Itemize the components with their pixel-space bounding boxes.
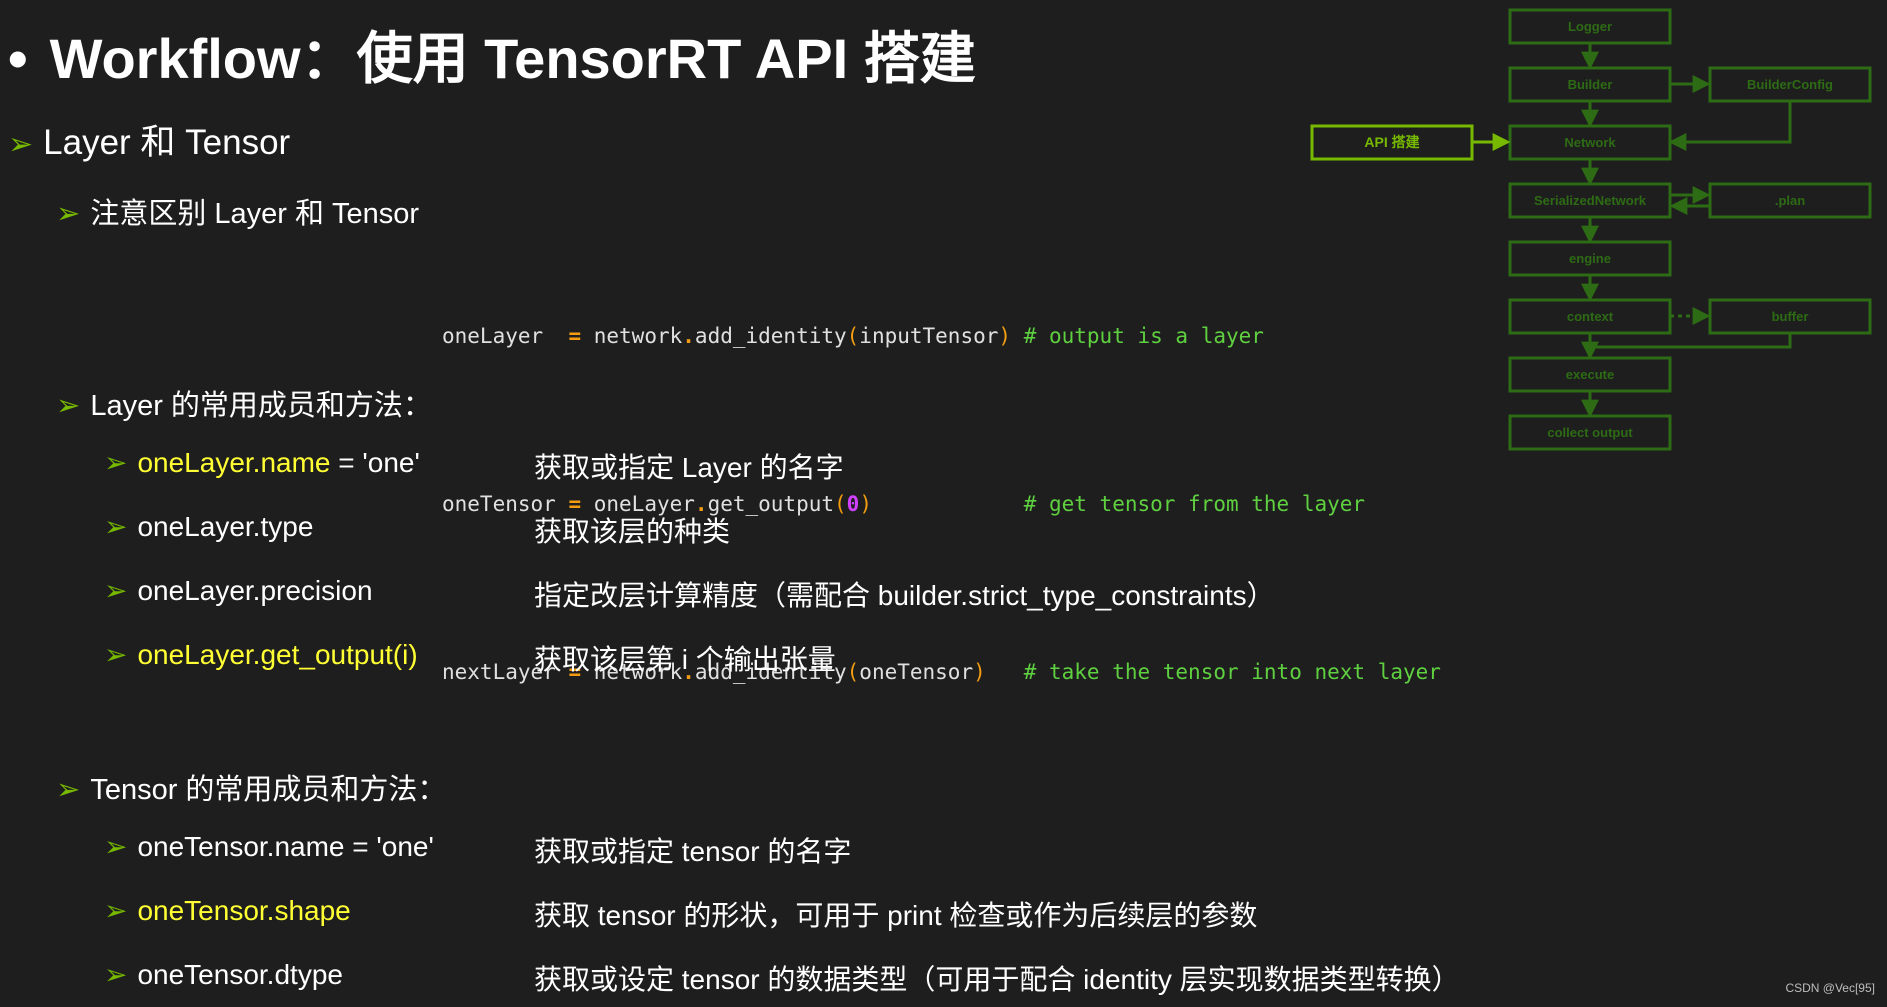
item-text: oneLayer.precision (137, 575, 373, 606)
diagram-label: API 搭建 (1364, 134, 1419, 150)
diagram-edge (1668, 101, 1792, 151)
code-pad (872, 492, 1024, 516)
arrow-bullet-icon: ➢ (104, 574, 128, 607)
diagram-label: execute (1566, 367, 1614, 382)
item-description: 获取或指定 tensor 的名字 (534, 836, 852, 867)
code-arg: oneTensor (859, 660, 974, 684)
diagram-label: context (1567, 309, 1614, 324)
diagram-label: Network (1564, 135, 1616, 150)
diagram-label: Logger (1568, 19, 1612, 34)
item-code: oneLayer.get_output(i) (137, 639, 418, 670)
diagram-label: engine (1569, 251, 1611, 266)
arrow-bullet-icon: ➢ (104, 830, 128, 863)
arrow-bullet-icon: ➢ (104, 510, 128, 543)
tensor-section-heading: ➢ Tensor 的常用成员和方法： (56, 766, 446, 808)
item-description: 获取或设定 tensor 的数据类型（可用于配合 identity 层实现数据类… (534, 964, 1460, 995)
item-description: 获取该层的种类 (534, 516, 731, 547)
item-text: oneTensor.dtype (137, 959, 343, 990)
code-comment: # get tensor from the layer (1023, 492, 1366, 516)
workflow-diagram: Logger Builder BuilderConfig Network Ser… (1310, 8, 1872, 451)
code-paren: ( (834, 492, 847, 516)
item-description: 获取该层第 i 个输出张量 (534, 644, 836, 675)
tensor-section-label: Tensor 的常用成员和方法： (90, 774, 447, 806)
list-item: ➢ oneTensor.shape (104, 894, 351, 927)
diagram-label: BuilderConfig (1747, 77, 1833, 92)
list-item: ➢ oneTensor.name = 'one' (104, 830, 434, 863)
item-code: oneTensor.shape (137, 895, 351, 926)
diagram-label: .plan (1775, 193, 1805, 208)
code-paren: ) (973, 660, 986, 684)
diagram-edge (1592, 333, 1792, 349)
diagram-label: Builder (1568, 77, 1613, 92)
code-number: 0 (846, 492, 860, 516)
code-paren: ) (859, 492, 872, 516)
code-paren: ( (846, 660, 860, 684)
item-description: 指定改层计算精度（需配合 builder.strict_type_constra… (534, 580, 1275, 611)
arrow-bullet-icon: ➢ (56, 772, 81, 806)
list-item: ➢ oneLayer.get_output(i) (104, 638, 418, 671)
diagram-label: SerializedNetwork (1534, 193, 1647, 208)
list-item: ➢ oneLayer.type (104, 510, 313, 543)
code-pad (986, 660, 1024, 684)
item-text: oneLayer.type (137, 511, 314, 542)
arrow-bullet-icon: ➢ (104, 958, 128, 991)
item-description: 获取 tensor 的形状，可用于 print 检查或作为后续层的参数 (534, 900, 1258, 931)
arrow-bullet-icon: ➢ (104, 638, 128, 671)
diagram-label: collect output (1547, 425, 1633, 440)
watermark: CSDN @Vec[95] (1785, 981, 1875, 995)
list-item: ➢ oneLayer.precision (104, 574, 373, 607)
list-item: ➢ oneTensor.dtype (104, 958, 343, 991)
diagram-label: buffer (1772, 309, 1809, 324)
code-comment: # take the tensor into next layer (1023, 660, 1441, 684)
arrow-bullet-icon: ➢ (104, 894, 128, 927)
item-text: oneTensor.name = 'one' (137, 831, 434, 862)
